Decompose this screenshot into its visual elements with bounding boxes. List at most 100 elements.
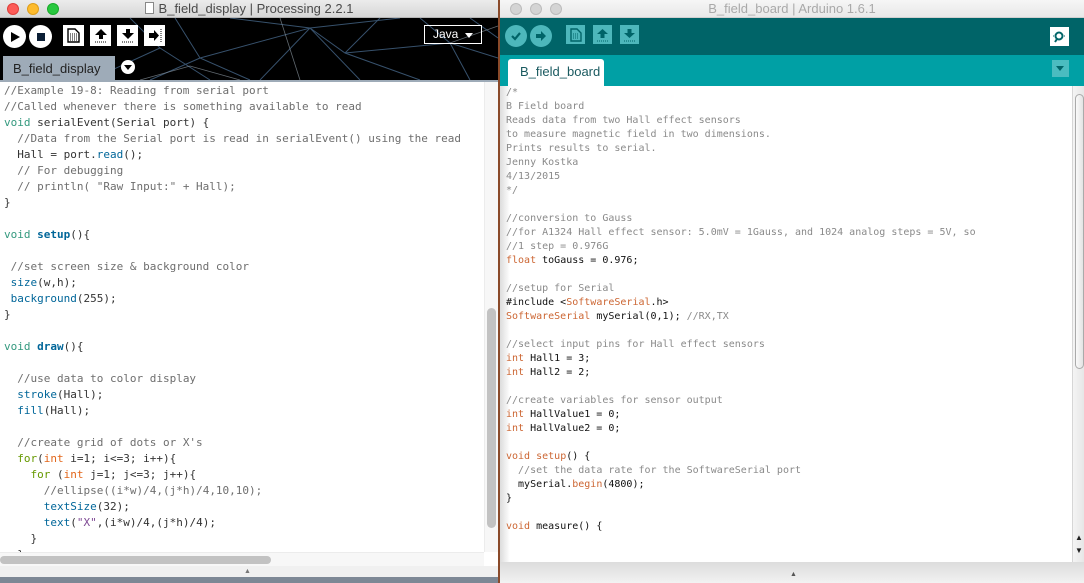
- magnifier-icon: [1053, 31, 1066, 43]
- code-line: //Example 19-8: Reading from serial port: [4, 84, 269, 97]
- tab-menu-button[interactable]: [121, 60, 135, 74]
- tab-b-field-display[interactable]: B_field_display: [3, 56, 115, 80]
- new-sketch-button[interactable]: [63, 25, 84, 46]
- arduino-tabbar: B_field_board: [500, 55, 1084, 86]
- new-sketch-button[interactable]: [566, 25, 585, 44]
- play-icon: [10, 31, 20, 42]
- mode-selector-value: Java: [433, 27, 459, 41]
- mode-selector[interactable]: Java: [424, 25, 482, 44]
- save-sketch-button[interactable]: [117, 25, 138, 46]
- code-line: #include <SoftwareSerial.h>: [506, 297, 669, 308]
- processing-code-editor[interactable]: //Example 19-8: Reading from serial port…: [0, 82, 484, 552]
- code-line: }: [4, 196, 11, 209]
- code-line: }: [4, 308, 11, 321]
- save-download-icon: [121, 29, 134, 43]
- code-line: void serialEvent(Serial port) {: [4, 116, 210, 129]
- vertical-scroll-thumb[interactable]: [1075, 94, 1084, 369]
- stop-button[interactable]: [29, 25, 52, 48]
- code-line: */: [506, 185, 519, 196]
- code-line: Reads data from two Hall effect sensors: [506, 115, 741, 126]
- code-line: //1 step = 0.976G: [506, 241, 609, 252]
- tab-label: B_field_board: [520, 64, 601, 79]
- code-line: /*: [506, 87, 519, 98]
- code-line: Jenny Kostka: [506, 157, 579, 168]
- code-line: //use data to color display: [17, 372, 197, 385]
- chevron-down-icon: [465, 33, 473, 38]
- code-line: }: [4, 532, 38, 545]
- run-button[interactable]: [3, 25, 26, 48]
- code-line: B Field board: [506, 101, 585, 112]
- code-line: int Hall2 = 2;: [506, 367, 591, 378]
- code-line: //create variables for sensor output: [506, 395, 723, 406]
- arduino-toolbar: [500, 18, 1084, 55]
- code-line: // println( "Raw Input:" + Hall);: [17, 180, 236, 193]
- code-line: stroke(Hall);: [17, 388, 104, 401]
- processing-window: B_field_display | Processing 2.2.1 Java …: [0, 0, 498, 583]
- checkmark-icon: [511, 32, 521, 41]
- code-line: 4/13/2015: [506, 171, 561, 182]
- processing-horizontal-scrollbar[interactable]: [0, 552, 484, 566]
- processing-divider[interactable]: ▲: [0, 566, 498, 577]
- arduino-code-editor[interactable]: /* B Field board Reads data from two Hall …: [500, 86, 1072, 562]
- export-arrow-icon: [148, 29, 161, 42]
- open-upload-icon: [94, 29, 107, 43]
- processing-vertical-scrollbar[interactable]: [484, 82, 498, 552]
- open-upload-icon: [597, 28, 608, 41]
- save-sketch-button[interactable]: [620, 25, 639, 44]
- code-line: Hall = port.read();: [4, 148, 144, 161]
- tab-menu-button[interactable]: [1052, 60, 1069, 77]
- serial-monitor-button[interactable]: [1050, 27, 1069, 46]
- processing-code: //Example 19-8: Reading from serial port…: [4, 83, 461, 552]
- arduino-titlebar: B_field_board | Arduino 1.6.1: [500, 0, 1084, 18]
- tab-label: B_field_display: [13, 61, 101, 76]
- code-line: //set screen size & background color: [10, 260, 250, 273]
- arduino-window-title: B_field_board | Arduino 1.6.1: [708, 1, 876, 16]
- new-file-icon: [67, 28, 80, 43]
- code-line: // For debugging: [17, 164, 124, 177]
- upload-button[interactable]: [530, 25, 552, 47]
- code-line: int HallValue1 = 0;: [506, 409, 621, 420]
- stop-icon: [36, 32, 45, 41]
- code-line: int HallValue2 = 0;: [506, 423, 621, 434]
- code-line: void setup() {: [506, 451, 591, 462]
- horizontal-scroll-thumb[interactable]: [0, 556, 271, 564]
- vertical-scroll-thumb[interactable]: [487, 308, 496, 528]
- code-line: Prints results to serial.: [506, 143, 657, 154]
- code-line: void setup(){: [4, 228, 91, 241]
- scroll-up-arrow-icon[interactable]: ▲: [1075, 533, 1083, 542]
- processing-window-title: B_field_display | Processing 2.2.1: [158, 1, 354, 16]
- open-sketch-button[interactable]: [593, 25, 612, 44]
- code-line: text("X",(i*w)/4,(j*h)/4);: [43, 516, 216, 529]
- scroll-down-arrow-icon[interactable]: ▼: [1075, 546, 1083, 555]
- code-line: int Hall1 = 3;: [506, 353, 591, 364]
- verify-button[interactable]: [505, 25, 527, 47]
- code-line: //Data from the Serial port is read in s…: [17, 132, 461, 145]
- processing-titlebar: B_field_display | Processing 2.2.1: [0, 0, 498, 18]
- resize-grip-icon: ▲: [244, 568, 251, 575]
- save-download-icon: [624, 28, 635, 41]
- code-line: //setup for Serial: [506, 283, 615, 294]
- arduino-vertical-scrollbar[interactable]: ▲ ▼: [1072, 86, 1084, 562]
- code-line: void measure() {: [506, 521, 603, 532]
- code-line: for (int j=1; j<=3; j++){: [30, 468, 197, 481]
- arduino-code: /* B Field board Reads data from two Hall …: [506, 86, 976, 534]
- code-line: void draw(){: [4, 340, 84, 353]
- export-button[interactable]: [144, 25, 165, 46]
- code-line: mySerial.begin(4800);: [506, 479, 645, 490]
- arduino-window: B_field_board | Arduino 1.6.1 B_field_bo…: [498, 0, 1084, 583]
- resize-grip-icon: ▲: [790, 571, 797, 578]
- code-line: //select input pins for Hall effect sens…: [506, 339, 765, 350]
- tab-b-field-board[interactable]: B_field_board: [508, 59, 604, 86]
- open-sketch-button[interactable]: [90, 25, 111, 46]
- new-file-icon: [569, 27, 582, 42]
- arduino-divider[interactable]: ▲: [500, 562, 1084, 583]
